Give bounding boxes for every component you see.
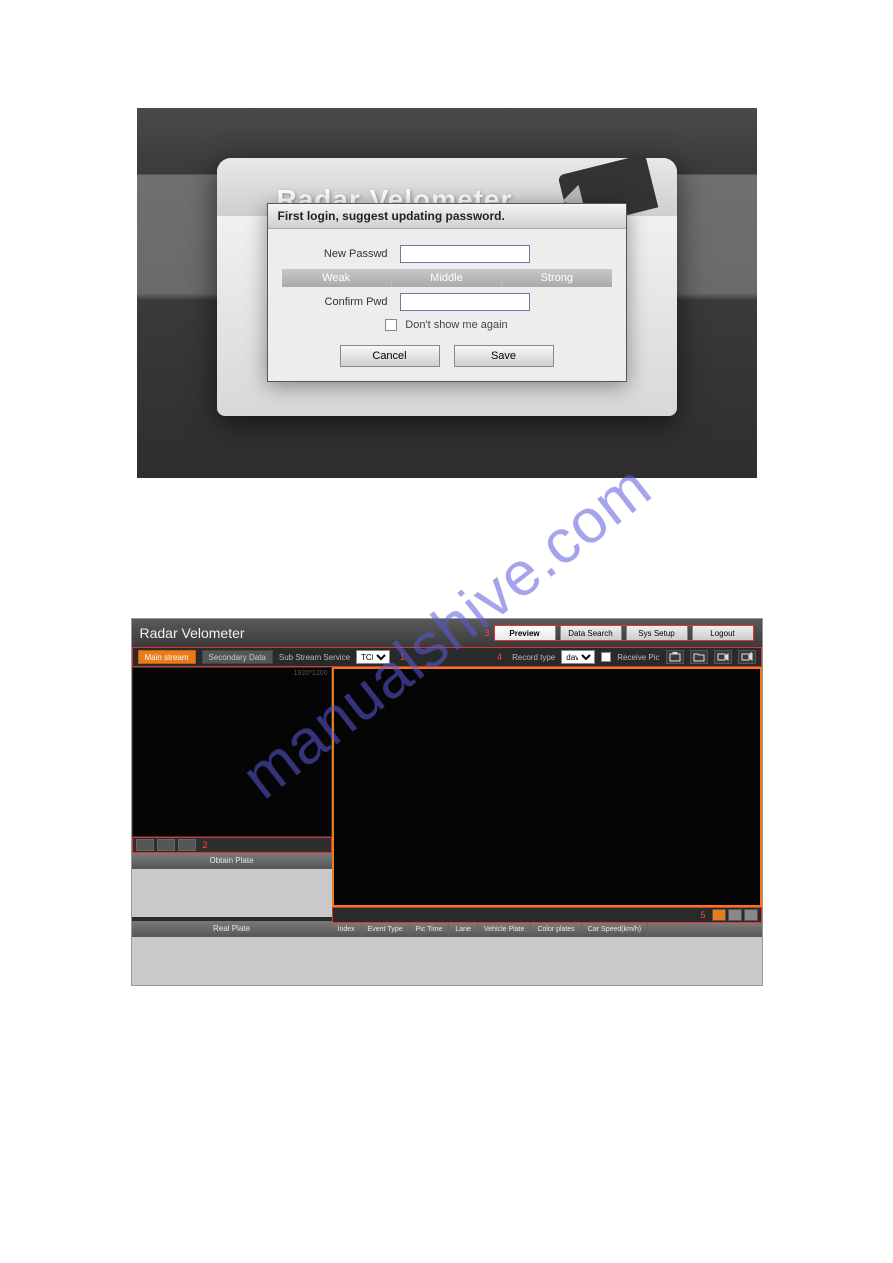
ctrl-icon-1[interactable] — [136, 839, 154, 851]
new-password-label: New Passwd — [282, 248, 400, 260]
sub-stream-select[interactable]: TCP — [356, 650, 390, 664]
stream-toolbar: Main stream Secondary Data Sub Stream Se… — [132, 647, 762, 667]
thumb-resolution: 1920*1200 — [294, 670, 328, 677]
record-plus-icon[interactable]: + — [738, 650, 756, 664]
confirm-password-label: Confirm Pwd — [282, 296, 400, 308]
col-lane: Lane — [449, 923, 478, 937]
ctrl-icon-2[interactable] — [157, 839, 175, 851]
tab-preview[interactable]: Preview — [494, 625, 556, 641]
login-screenshot: Radar Velometer First login, suggest upd… — [137, 108, 757, 478]
dont-show-row: Don't show me again — [282, 319, 612, 331]
real-plate-header: Real Plate — [132, 921, 332, 937]
col-car-speed: Car Speed(km/h) — [582, 923, 648, 937]
cancel-button[interactable]: Cancel — [340, 345, 440, 367]
record-type-select[interactable]: dav — [561, 650, 595, 664]
save-button[interactable]: Save — [454, 345, 554, 367]
annotation-3: 3 — [480, 628, 493, 638]
obtain-plate-header: Obtain Plate — [132, 853, 332, 869]
receive-pic-label: Receive Pic — [617, 653, 659, 662]
new-password-input[interactable] — [400, 245, 530, 263]
confirm-password-input[interactable] — [400, 293, 530, 311]
tab-data-search[interactable]: Data Search — [560, 625, 622, 641]
strength-middle: Middle — [392, 269, 502, 287]
tab-sys-setup[interactable]: Sys Setup — [626, 625, 688, 641]
col-pic-time: Pic Time — [410, 923, 450, 937]
new-password-row: New Passwd — [282, 245, 612, 263]
confirm-password-row: Confirm Pwd — [282, 293, 612, 311]
strength-weak: Weak — [282, 269, 392, 287]
folder-icon[interactable] — [690, 650, 708, 664]
svg-text:+: + — [750, 652, 753, 656]
sub-stream-label: Sub Stream Service — [279, 653, 350, 662]
password-strength-bar: Weak Middle Strong — [282, 269, 612, 287]
password-modal: First login, suggest updating password. … — [267, 203, 627, 382]
left-column: 1920*1200 2 Obtain Plate Real Plate — [132, 667, 332, 985]
strength-strong: Strong — [502, 269, 611, 287]
record-type-label: Record type — [512, 653, 555, 662]
annotation-1: 1 — [396, 652, 409, 662]
col-index: Index — [332, 923, 362, 937]
right-column: 5 Index Event Type Pic Time Lane Vehicle… — [332, 667, 762, 985]
thumb-controls: 2 — [132, 837, 332, 853]
preview-screenshot: Radar Velometer 3 Preview Data Search Sy… — [131, 618, 763, 986]
secondary-stream-button[interactable]: Secondary Data — [202, 650, 273, 664]
obtain-plate-panel — [132, 869, 332, 917]
layout-4-icon[interactable] — [728, 909, 742, 921]
layout-1-icon[interactable] — [712, 909, 726, 921]
tab-logout[interactable]: Logout — [692, 625, 754, 641]
layout-full-icon[interactable] — [744, 909, 758, 921]
layout-bar: 5 — [332, 907, 762, 923]
main-stream-button[interactable]: Main stream — [138, 650, 196, 664]
col-vehicle-plate: Vehicle Plate — [478, 923, 531, 937]
annotation-4: 4 — [493, 652, 506, 662]
annotation-2: 2 — [199, 840, 212, 850]
video-thumbnail[interactable]: 1920*1200 — [132, 667, 332, 837]
app-header: Radar Velometer 3 Preview Data Search Sy… — [132, 619, 762, 647]
annotation-5: 5 — [696, 910, 709, 920]
real-plate-panel — [132, 937, 332, 985]
ctrl-icon-3[interactable] — [178, 839, 196, 851]
dont-show-checkbox[interactable] — [385, 319, 397, 331]
modal-title: First login, suggest updating password. — [268, 204, 626, 229]
event-table-header: Index Event Type Pic Time Lane Vehicle P… — [332, 923, 762, 937]
event-table-body — [332, 937, 762, 985]
col-color-plates: Color plates — [531, 923, 581, 937]
content-area: 1920*1200 2 Obtain Plate Real Plate 5 — [132, 667, 762, 985]
main-video-view[interactable] — [332, 667, 762, 907]
receive-pic-checkbox[interactable] — [601, 652, 611, 662]
app-title: Radar Velometer — [140, 625, 481, 641]
col-event-type: Event Type — [362, 923, 410, 937]
nav-tabs: Preview Data Search Sys Setup Logout — [494, 625, 754, 641]
record-icon[interactable] — [714, 650, 732, 664]
snapshot-icon[interactable] — [666, 650, 684, 664]
dont-show-label: Don't show me again — [405, 319, 507, 331]
